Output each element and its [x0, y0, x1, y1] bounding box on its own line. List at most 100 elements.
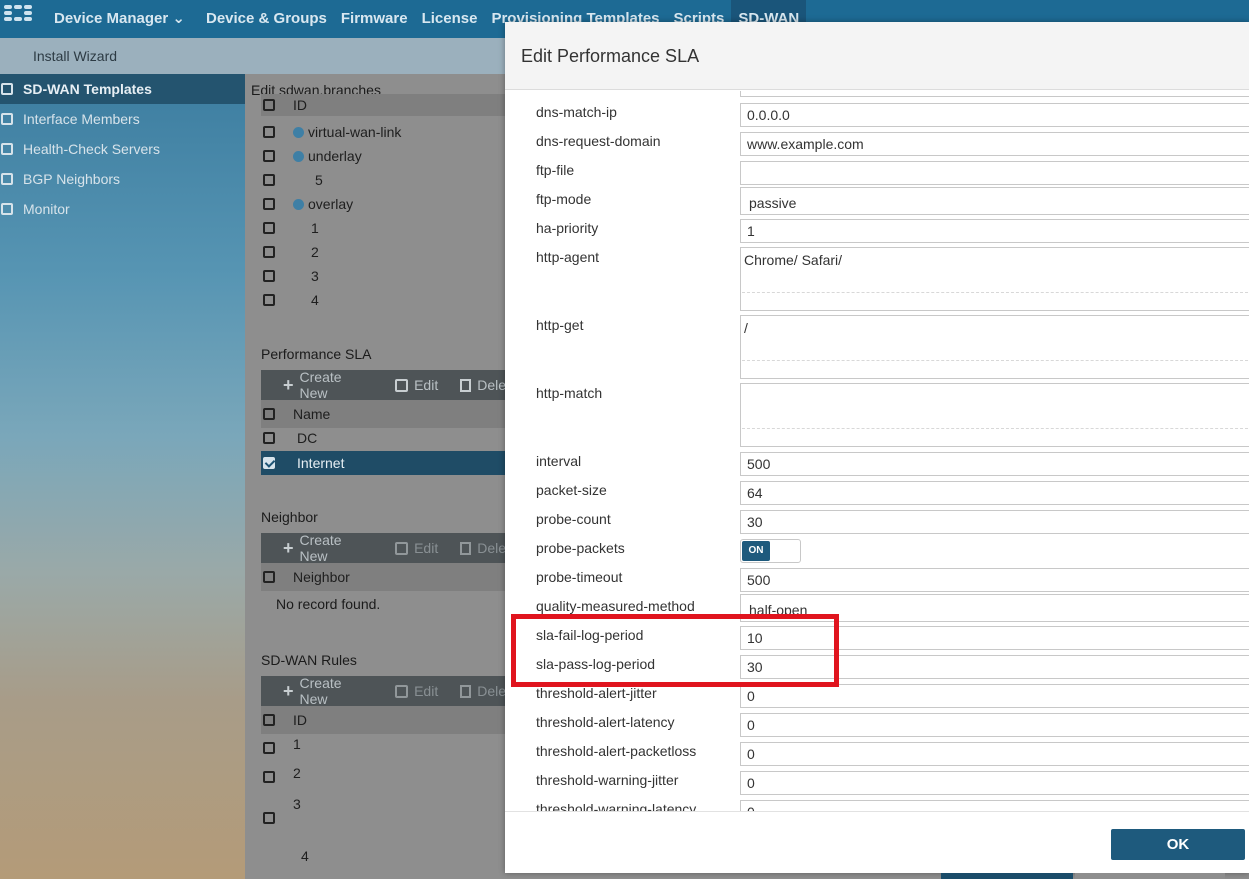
- install-wizard-button[interactable]: Install Wizard: [33, 48, 117, 64]
- edit-icon: [395, 684, 409, 698]
- trash-icon: [460, 378, 472, 392]
- sidebar-item-monitor[interactable]: Monitor: [0, 194, 245, 224]
- ftp-mode-select[interactable]: passive: [740, 187, 1249, 215]
- device-manager-menu[interactable]: Device Manager ⌄: [44, 0, 199, 38]
- server-icon: [1, 143, 13, 155]
- sidebar-item-label: Interface Members: [23, 111, 140, 127]
- select-all-checkbox[interactable]: [263, 714, 275, 726]
- threshold-alert-packetloss-input[interactable]: 0: [740, 742, 1249, 766]
- sidebar-item-health-check-servers[interactable]: Health-Check Servers: [0, 134, 245, 164]
- column-header-name: Name: [293, 406, 331, 422]
- row-label: 2: [293, 765, 301, 781]
- select-all-checkbox[interactable]: [263, 571, 275, 583]
- members-table-header: ID: [261, 94, 506, 116]
- edit-button[interactable]: Edit: [395, 683, 438, 699]
- ok-button[interactable]: OK: [1111, 829, 1245, 860]
- delete-label: Dele: [477, 683, 506, 699]
- dialog-body[interactable]: dns-match-ip 0.0.0.0 dns-request-domain …: [505, 91, 1249, 811]
- rules-toolbar: + Create New Edit Dele: [261, 675, 506, 707]
- nav-firmware[interactable]: Firmware: [334, 0, 415, 38]
- column-header-neighbor: Neighbor: [293, 569, 350, 585]
- delete-button[interactable]: Dele: [460, 377, 506, 393]
- field-label: packet-size: [536, 482, 607, 498]
- select-all-checkbox[interactable]: [263, 408, 275, 420]
- edit-icon: [395, 378, 409, 392]
- create-new-button[interactable]: + Create New: [283, 675, 373, 707]
- row-checkbox[interactable]: [263, 432, 275, 444]
- nav-device-groups[interactable]: Device & Groups: [199, 0, 334, 38]
- row-label: 4: [301, 848, 309, 864]
- row-checkbox[interactable]: [263, 742, 275, 754]
- delete-button[interactable]: Dele: [460, 540, 506, 556]
- row-label: virtual-wan-link: [308, 124, 402, 140]
- delete-label: Dele: [477, 540, 506, 556]
- ftp-file-input[interactable]: [740, 161, 1249, 185]
- row-checkbox[interactable]: [263, 222, 275, 234]
- field-label: ftp-file: [536, 162, 575, 178]
- sidebar-item-sd-wan-templates[interactable]: SD-WAN Templates: [0, 74, 245, 104]
- dns-match-ip-input[interactable]: 0.0.0.0: [740, 103, 1249, 127]
- probe-packets-toggle[interactable]: ON: [740, 539, 801, 563]
- edit-button[interactable]: Edit: [395, 540, 438, 556]
- performance-sla-table-header: Name: [261, 400, 506, 428]
- field-label: ftp-mode: [536, 191, 592, 207]
- row-checkbox[interactable]: [263, 174, 275, 186]
- select-all-checkbox[interactable]: [263, 99, 275, 111]
- dialog-footer: OK: [505, 811, 1249, 873]
- edit-label: Edit: [414, 540, 439, 556]
- row-checkbox-checked[interactable]: [263, 457, 275, 469]
- probe-count-input[interactable]: 30: [740, 510, 1249, 534]
- row-checkbox[interactable]: [263, 294, 275, 306]
- create-new-button[interactable]: + Create New: [283, 532, 373, 564]
- row-checkbox[interactable]: [263, 812, 275, 824]
- row-checkbox[interactable]: [263, 270, 275, 282]
- row-checkbox[interactable]: [263, 246, 275, 258]
- http-agent-textarea[interactable]: Chrome/ Safari/: [740, 247, 1249, 311]
- http-match-textarea[interactable]: [740, 383, 1249, 447]
- sidebar-item-label: BGP Neighbors: [23, 171, 121, 187]
- performance-sla-toolbar: + Create New Edit Dele: [261, 369, 506, 401]
- trash-icon: [460, 684, 472, 698]
- row-checkbox[interactable]: [263, 771, 275, 783]
- create-new-button[interactable]: + Create New: [283, 369, 373, 401]
- row-checkbox[interactable]: [263, 126, 275, 138]
- plus-icon: +: [283, 374, 294, 395]
- field-label: threshold-alert-packetloss: [536, 743, 697, 759]
- http-get-value: /: [744, 320, 748, 336]
- packet-size-input[interactable]: 64: [740, 481, 1249, 505]
- row-checkbox[interactable]: [263, 150, 275, 162]
- interval-input[interactable]: 500: [740, 452, 1249, 476]
- ha-priority-input[interactable]: 1: [740, 219, 1249, 243]
- http-agent-value: Chrome/ Safari/: [744, 252, 843, 268]
- edit-label: Edit: [414, 377, 439, 393]
- field-above-input[interactable]: [740, 91, 1249, 97]
- highlight-annotation-box: [511, 614, 839, 687]
- sidebar-item-label: Monitor: [23, 201, 70, 217]
- http-get-textarea[interactable]: /: [740, 315, 1249, 379]
- field-label: threshold-alert-latency: [536, 714, 675, 730]
- threshold-alert-latency-input[interactable]: 0: [740, 713, 1249, 737]
- row-label: DC: [297, 430, 318, 446]
- field-label: dns-request-domain: [536, 133, 661, 149]
- sidebar-item-interface-members[interactable]: Interface Members: [0, 104, 245, 134]
- threshold-warning-latency-input[interactable]: 0: [740, 800, 1249, 811]
- dns-request-domain-input[interactable]: www.example.com: [740, 132, 1249, 156]
- edit-button[interactable]: Edit: [395, 377, 438, 393]
- row-label: 1: [311, 220, 319, 236]
- row-label: 4: [311, 292, 319, 308]
- probe-timeout-input[interactable]: 500: [740, 568, 1249, 592]
- row-checkbox[interactable]: [263, 198, 275, 210]
- delete-button[interactable]: Dele: [460, 683, 506, 699]
- row-label: 3: [311, 268, 319, 284]
- row-label: 1: [293, 736, 301, 752]
- sidebar-item-bgp-neighbors[interactable]: BGP Neighbors: [0, 164, 245, 194]
- threshold-warning-jitter-input[interactable]: 0: [740, 771, 1249, 795]
- chevron-down-icon: ⌄: [172, 10, 185, 27]
- toggle-on-label: ON: [742, 541, 770, 561]
- sidebar-item-label: Health-Check Servers: [23, 141, 160, 157]
- fortinet-logo-icon[interactable]: [0, 0, 44, 38]
- nav-license[interactable]: License: [415, 0, 485, 38]
- table-row-selected[interactable]: Internet: [261, 451, 506, 475]
- row-label: underlay: [308, 148, 362, 164]
- threshold-alert-jitter-input[interactable]: 0: [740, 684, 1249, 708]
